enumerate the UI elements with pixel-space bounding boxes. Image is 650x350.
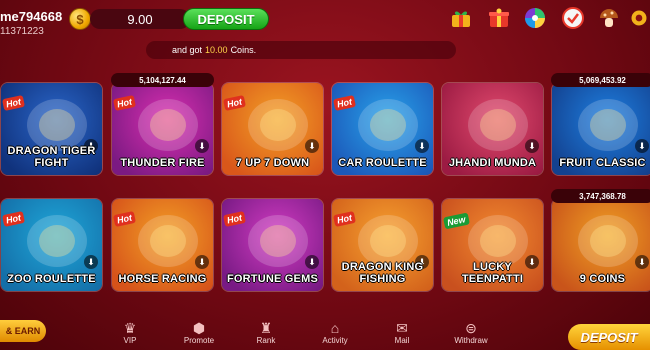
game-name: DRAGON TIGER FIGHT <box>7 145 96 169</box>
game-name: FRUIT CLASSIC <box>559 157 646 169</box>
settings-icon[interactable] <box>628 5 650 31</box>
nav-rank[interactable]: ♜ Rank <box>241 320 291 346</box>
announcement-marquee: and got 10.00 Coins. <box>146 41 456 59</box>
game-tile[interactable]: Hot ⬇ THUNDER FIRE <box>111 82 214 176</box>
game-tile[interactable]: Hot ⬇ DRAGON TIGER FIGHT <box>0 82 103 176</box>
wheel-icon[interactable] <box>522 5 548 31</box>
game-name: ZOO ROULETTE <box>7 273 96 285</box>
game-name: FORTUNE GEMS <box>226 273 318 285</box>
game-name: 9 COINS <box>579 273 626 285</box>
game-name: HORSE RACING <box>118 273 207 285</box>
download-icon[interactable]: ⬇ <box>195 255 209 269</box>
nav-activity-label: Activity <box>322 336 348 345</box>
activity-icon: ⌂ <box>330 320 340 336</box>
game-tile[interactable]: ⬇ JHANDI MUNDA <box>441 82 544 176</box>
nav-withdraw[interactable]: ⊜ Withdraw <box>446 320 496 346</box>
jackpot-amount: 3,747,368.78 <box>551 189 650 203</box>
download-icon[interactable]: ⬇ <box>305 255 319 269</box>
bottom-nav: ♛ VIP ⬢ Promote ♜ Rank ⌂ Activity ✉ Mail… <box>0 316 650 350</box>
balance-display: 9.00 <box>90 9 190 29</box>
user-name: me794668 <box>0 9 63 24</box>
download-icon[interactable]: ⬇ <box>635 139 649 153</box>
download-icon[interactable]: ⬇ <box>195 139 209 153</box>
withdraw-icon: ⊜ <box>465 320 477 336</box>
marquee-text-before: and got <box>172 45 203 55</box>
present-box-icon[interactable] <box>486 5 512 31</box>
jackpot-amount: 5,104,127.44 <box>111 73 214 87</box>
jackpot-amount: 5,069,453.92 <box>551 73 650 87</box>
game-tile[interactable]: Hot ⬇ CAR ROULETTE <box>331 82 434 176</box>
game-tile[interactable]: Hot ⬇ ZOO ROULETTE <box>0 198 103 292</box>
top-bar: me794668 11371223 $ 9.00 DEPOSIT <box>0 0 650 40</box>
download-icon[interactable]: ⬇ <box>635 255 649 269</box>
user-id: 11371223 <box>0 26 44 37</box>
nav-mail-label: Mail <box>394 336 410 345</box>
game-tile[interactable]: Hot ⬇ FORTUNE GEMS <box>221 198 324 292</box>
download-icon[interactable]: ⬇ <box>305 139 319 153</box>
game-name: THUNDER FIRE <box>120 157 205 169</box>
mushroom-icon[interactable] <box>596 5 622 31</box>
nav-vip-label: VIP <box>123 336 137 345</box>
game-name: CAR ROULETTE <box>338 157 427 169</box>
bonus-icon[interactable] <box>560 5 586 31</box>
game-name: DRAGON KING FISHING <box>341 261 424 285</box>
game-tile[interactable]: ⬇ FRUIT CLASSIC <box>551 82 650 176</box>
deposit-bottom-button[interactable]: DEPOSIT <box>568 324 650 350</box>
nav-promote[interactable]: ⬢ Promote <box>174 320 224 346</box>
download-icon[interactable]: ⬇ <box>84 255 98 269</box>
vip-icon: ♛ <box>123 320 137 336</box>
nav-withdraw-label: Withdraw <box>454 336 488 345</box>
game-tile[interactable]: ⬇ 9 COINS <box>551 198 650 292</box>
marquee-text-after: Coins. <box>230 45 257 55</box>
game-tile[interactable]: New ⬇ LUCKY TEENPATTI <box>441 198 544 292</box>
game-tile[interactable]: Hot ⬇ 7 UP 7 DOWN <box>221 82 324 176</box>
gift-icon[interactable] <box>448 5 474 31</box>
nav-promote-label: Promote <box>183 336 215 345</box>
game-tile[interactable]: Hot ⬇ HORSE RACING <box>111 198 214 292</box>
game-name: 7 UP 7 DOWN <box>235 157 310 169</box>
deposit-button[interactable]: DEPOSIT <box>183 8 269 30</box>
mail-icon: ✉ <box>396 320 408 336</box>
trophy-icon: ♜ <box>259 320 273 336</box>
game-name: LUCKY TEENPATTI <box>461 261 524 285</box>
nav-mail[interactable]: ✉ Mail <box>377 320 427 346</box>
coin-icon: $ <box>69 8 91 30</box>
game-name: JHANDI MUNDA <box>448 157 537 169</box>
nav-vip[interactable]: ♛ VIP <box>105 320 155 346</box>
promote-icon: ⬢ <box>192 320 206 336</box>
download-icon[interactable]: ⬇ <box>525 139 539 153</box>
nav-activity[interactable]: ⌂ Activity <box>310 320 360 346</box>
marquee-amount: 10.00 <box>205 45 228 55</box>
nav-rank-label: Rank <box>256 336 276 345</box>
game-tile[interactable]: Hot ⬇ DRAGON KING FISHING <box>331 198 434 292</box>
download-icon[interactable]: ⬇ <box>415 139 429 153</box>
